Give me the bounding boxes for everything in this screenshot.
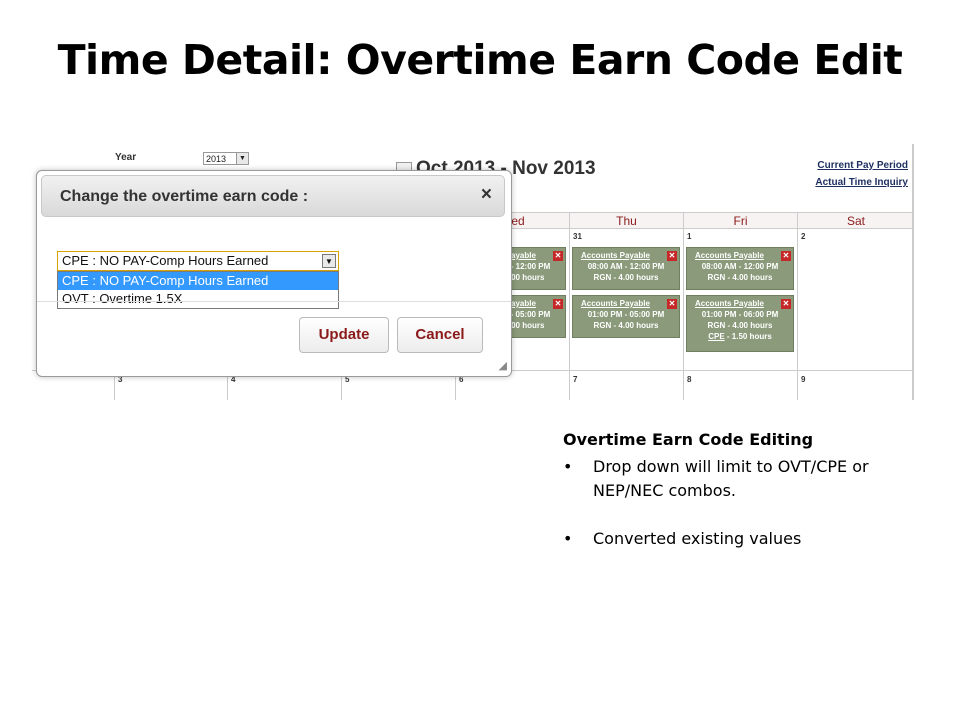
chevron-down-icon[interactable]: ▼: [322, 254, 336, 268]
earn-code-selected: CPE : NO PAY-Comp Hours Earned: [62, 253, 269, 268]
slide-title: Time Detail: Overtime Earn Code Edit: [57, 36, 903, 84]
time-entry-fri-am[interactable]: Accounts Payable 08:00 AM - 12:00 PM RGN…: [686, 247, 794, 290]
day-number: 1: [687, 232, 692, 241]
time-entry-detail: RGN - 4.00 hours: [707, 273, 773, 282]
day-header-sat: Sat: [797, 212, 914, 229]
time-entry-title[interactable]: Accounts Payable: [573, 250, 679, 261]
day-header-thu: Thu: [569, 212, 683, 229]
close-icon[interactable]: ×: [481, 184, 492, 206]
time-entry-detail: RGN - 4.00 hours: [593, 321, 659, 330]
delete-icon[interactable]: ✕: [781, 251, 791, 261]
delete-icon[interactable]: ✕: [667, 251, 677, 261]
earn-code-select[interactable]: CPE : NO PAY-Comp Hours Earned ▼: [57, 251, 339, 271]
bullet-icon: •: [563, 457, 573, 476]
notes-panel: Overtime Earn Code Editing • Drop down w…: [563, 430, 943, 551]
calendar-column: [683, 229, 684, 400]
year-label: Year: [115, 152, 137, 163]
time-entry-time: 01:00 PM - 06:00 PM: [701, 310, 779, 319]
time-entry-time: 08:00 AM - 12:00 PM: [587, 262, 665, 271]
panel-border: [912, 144, 914, 400]
delete-icon[interactable]: ✕: [553, 299, 563, 309]
notes-heading: Overtime Earn Code Editing: [563, 430, 814, 449]
time-entry-detail: RGN - 4.00 hours: [707, 321, 773, 330]
day-number: 31: [573, 232, 582, 241]
time-entry-title[interactable]: Accounts Payable: [687, 250, 793, 261]
calendar-column: [569, 229, 570, 400]
current-pay-period-link[interactable]: Current Pay Period: [817, 160, 908, 171]
delete-icon[interactable]: ✕: [667, 299, 677, 309]
day-number: 7: [573, 375, 578, 384]
dialog-header: Change the overtime earn code : ×: [41, 175, 505, 217]
day-number: 2: [801, 232, 806, 241]
cancel-button[interactable]: Cancel: [397, 317, 483, 353]
time-entry-detail: RGN - 4.00 hours: [593, 273, 659, 282]
time-entry-overtime: CPE - 1.50 hours: [687, 331, 793, 342]
day-header-fri: Fri: [683, 212, 797, 229]
calendar-column: [797, 229, 798, 400]
year-select[interactable]: 2013 ▼: [203, 152, 249, 165]
dialog-title: Change the overtime earn code :: [60, 188, 309, 205]
year-value: 2013: [206, 154, 227, 164]
earn-code-option-ovt[interactable]: OVT : Overtime 1.5X: [58, 290, 338, 308]
update-button[interactable]: Update: [299, 317, 389, 353]
time-entry-time: 08:00 AM - 12:00 PM: [701, 262, 779, 271]
day-number: 9: [801, 375, 806, 384]
resize-grip-icon[interactable]: ◢: [499, 359, 507, 372]
earn-code-link[interactable]: CPE: [708, 332, 724, 341]
bullet-text: Drop down will limit to OVT/CPE or NEP/N…: [593, 457, 869, 500]
change-earn-code-dialog: Change the overtime earn code : × CPE : …: [36, 170, 512, 377]
delete-icon[interactable]: ✕: [553, 251, 563, 261]
chevron-down-icon: ▼: [236, 153, 248, 164]
delete-icon[interactable]: ✕: [781, 299, 791, 309]
earn-code-options: CPE : NO PAY-Comp Hours Earned OVT : Ove…: [57, 271, 339, 309]
notes-bullet: • Drop down will limit to OVT/CPE or NEP…: [563, 455, 943, 503]
dialog-divider: [37, 301, 511, 302]
time-entry-thu-am[interactable]: Accounts Payable 08:00 AM - 12:00 PM RGN…: [572, 247, 680, 290]
notes-bullet: • Converted existing values: [563, 527, 943, 551]
bullet-text: Converted existing values: [593, 529, 802, 548]
time-entry-thu-pm[interactable]: Accounts Payable 01:00 PM - 05:00 PM RGN…: [572, 295, 680, 338]
overtime-hours: - 1.50 hours: [724, 332, 772, 341]
earn-code-option-cpe[interactable]: CPE : NO PAY-Comp Hours Earned: [58, 272, 338, 290]
day-number: 8: [687, 375, 692, 384]
actual-time-inquiry-link[interactable]: Actual Time Inquiry: [815, 177, 908, 188]
time-entry-fri-pm[interactable]: Accounts Payable 01:00 PM - 06:00 PM RGN…: [686, 295, 794, 352]
bullet-icon: •: [563, 529, 573, 548]
time-entry-title[interactable]: Accounts Payable: [687, 298, 793, 309]
time-entry-time: 01:00 PM - 05:00 PM: [587, 310, 665, 319]
time-entry-title[interactable]: Accounts Payable: [573, 298, 679, 309]
